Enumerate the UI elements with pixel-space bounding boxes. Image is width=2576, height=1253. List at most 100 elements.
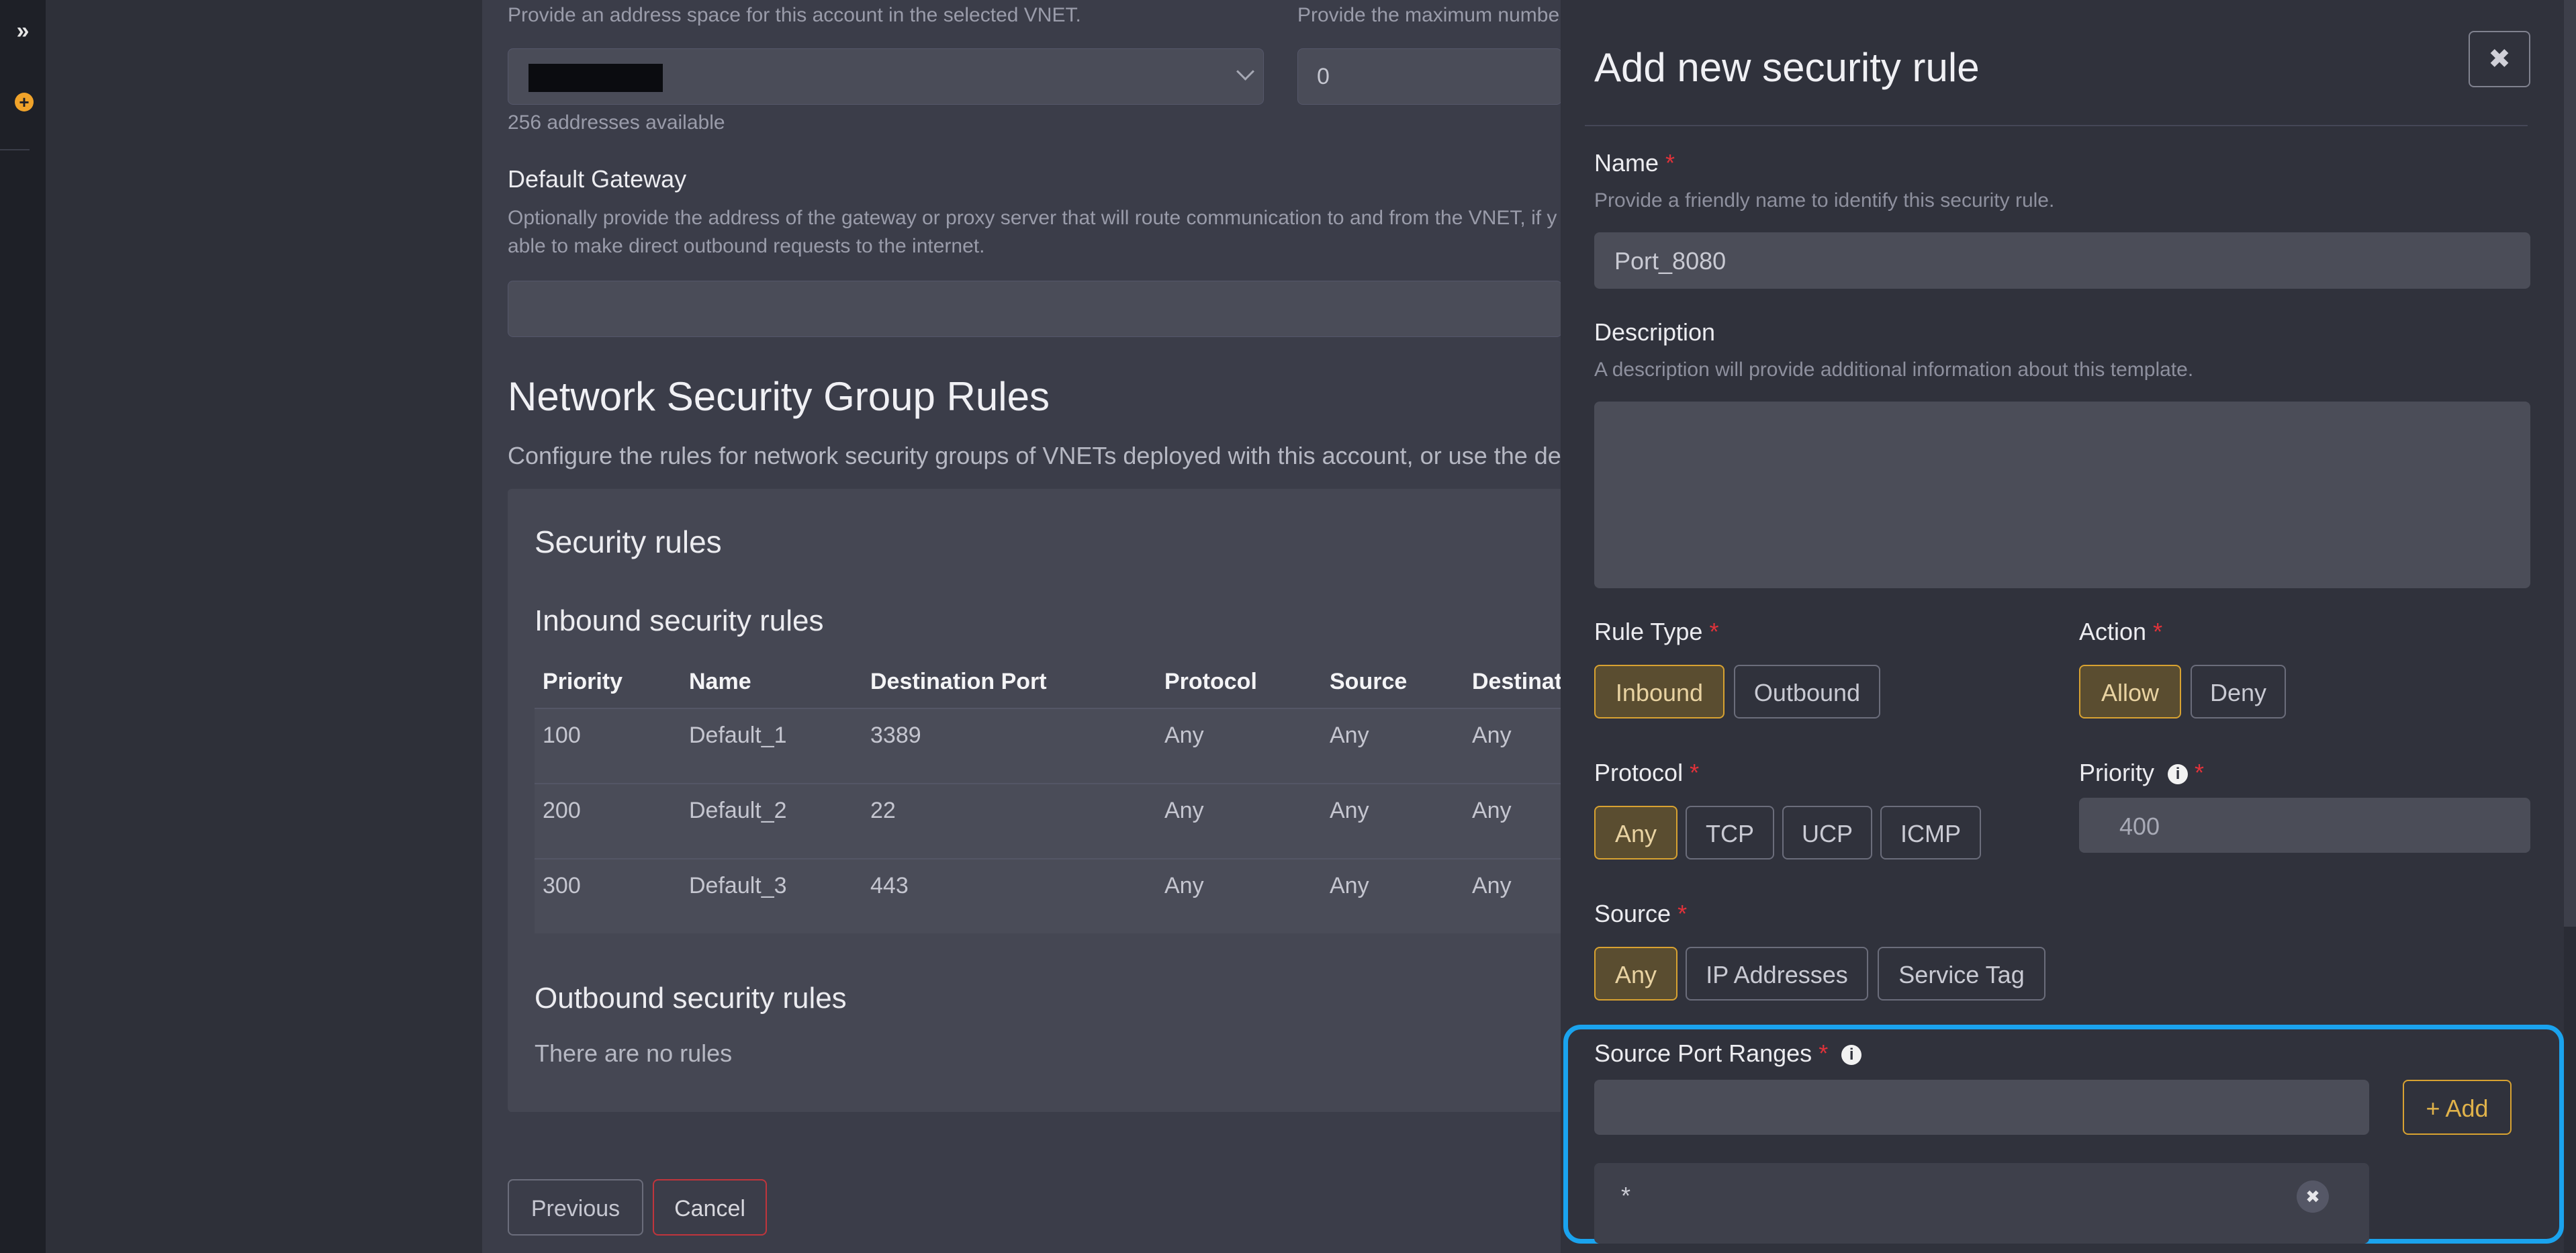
required-marker: *	[2195, 759, 2205, 786]
name-input[interactable]: Port_8080	[1594, 232, 2530, 289]
no-rules-text: There are no rules	[535, 1039, 733, 1067]
inbound-title: Inbound security rules	[535, 604, 824, 637]
cell-destination: Any	[1472, 723, 1512, 748]
protocol-label: Protocol *	[1594, 759, 1699, 787]
required-marker: *	[1709, 618, 1719, 645]
required-marker: *	[2153, 618, 2163, 645]
description-label: Description	[1594, 318, 1716, 346]
priority-label-text: Priority	[2079, 759, 2155, 786]
source-port-ranges-label: Source Port Ranges * i	[1594, 1039, 1862, 1068]
priority-input[interactable]: 400	[2079, 798, 2530, 853]
left-rail: » +	[0, 0, 46, 1253]
gateway-input[interactable]	[508, 281, 1562, 337]
gateway-help-line2: able to make direct outbound requests to…	[508, 235, 985, 257]
col-priority: Priority	[543, 669, 623, 694]
priority-label: Priority i *	[2079, 759, 2204, 787]
required-marker: *	[1819, 1039, 1829, 1067]
cell-priority: 300	[543, 873, 581, 898]
protocol-icmp[interactable]: ICMP	[1880, 806, 1981, 860]
left-panel	[46, 0, 482, 1253]
col-name: Name	[689, 669, 751, 694]
cell-source: Any	[1330, 723, 1369, 748]
rail-divider	[0, 149, 30, 150]
action-deny[interactable]: Deny	[2191, 665, 2286, 718]
description-textarea[interactable]	[1594, 402, 2530, 588]
protocol-tcp[interactable]: TCP	[1686, 806, 1774, 860]
cell-priority: 200	[543, 798, 581, 823]
source-label: Source *	[1594, 900, 1687, 928]
name-help: Provide a friendly name to identify this…	[1594, 189, 2055, 212]
col-destination-port: Destination Port	[870, 669, 1047, 694]
close-icon[interactable]: ✖	[2469, 31, 2530, 87]
required-marker: *	[1690, 759, 1700, 786]
source-port-ranges-label-text: Source Port Ranges	[1594, 1039, 1812, 1067]
cell-protocol: Any	[1164, 798, 1204, 823]
action-label: Action *	[2079, 618, 2162, 646]
add-port-range-button[interactable]: + Add	[2403, 1080, 2512, 1135]
cell-destination-port: 3389	[870, 723, 921, 748]
cell-name: Default_2	[689, 798, 787, 823]
double-chevron-right-icon[interactable]: »	[9, 16, 36, 46]
dialog-title: Add new security rule	[1594, 45, 1980, 90]
address-space-select[interactable]	[508, 48, 1264, 105]
redacted-value	[528, 64, 663, 92]
cell-source: Any	[1330, 873, 1369, 898]
required-marker: *	[1677, 900, 1688, 927]
source-any[interactable]: Any	[1594, 947, 1677, 1001]
source-port-range-input[interactable]	[1594, 1080, 2369, 1135]
name-label-text: Name	[1594, 149, 1659, 177]
col-destination: Destinat	[1472, 669, 1563, 694]
cell-protocol: Any	[1164, 723, 1204, 748]
required-marker: *	[1665, 149, 1675, 177]
rule-type-label-text: Rule Type	[1594, 618, 1703, 645]
cell-name: Default_1	[689, 723, 787, 748]
nsg-title: Network Security Group Rules	[508, 374, 1050, 419]
protocol-any[interactable]: Any	[1594, 806, 1677, 860]
rule-type-label: Rule Type *	[1594, 618, 1718, 646]
cell-destination-port: 22	[870, 798, 896, 823]
plus-circle-icon[interactable]: +	[15, 93, 34, 111]
rule-type-outbound[interactable]: Outbound	[1734, 665, 1880, 718]
gateway-help-line1: Optionally provide the address of the ga…	[508, 207, 1557, 229]
cell-destination: Any	[1472, 798, 1512, 823]
chevron-down-icon	[1236, 62, 1254, 81]
action-allow[interactable]: Allow	[2079, 665, 2181, 718]
gateway-label: Default Gateway	[508, 165, 687, 193]
security-rules-title: Security rules	[535, 524, 722, 559]
info-icon[interactable]: i	[2168, 764, 2189, 785]
name-input-value: Port_8080	[1614, 247, 1727, 275]
cell-name: Default_3	[689, 873, 787, 898]
outbound-title: Outbound security rules	[535, 982, 847, 1015]
description-help: A description will provide additional in…	[1594, 359, 2194, 381]
addresses-available: 256 addresses available	[508, 111, 725, 134]
priority-input-value: 400	[2119, 813, 2160, 840]
port-range-entry: *	[1594, 1163, 2369, 1244]
max-number-value: 0	[1317, 64, 1330, 89]
nsg-description: Configure the rules for network security…	[508, 442, 1581, 469]
protocol-label-text: Protocol	[1594, 759, 1684, 786]
cell-destination-port: 443	[870, 873, 909, 898]
source-ip-addresses[interactable]: IP Addresses	[1686, 947, 1868, 1001]
source-label-text: Source	[1594, 900, 1671, 927]
cell-priority: 100	[543, 723, 581, 748]
info-icon[interactable]: i	[1841, 1045, 1862, 1066]
cell-source: Any	[1330, 798, 1369, 823]
name-label: Name *	[1594, 149, 1675, 177]
previous-button[interactable]: Previous	[508, 1179, 643, 1236]
cell-destination: Any	[1472, 873, 1512, 898]
protocol-ucp[interactable]: UCP	[1782, 806, 1872, 860]
port-range-entry-value: *	[1621, 1182, 1631, 1209]
dialog-divider	[1585, 125, 2528, 126]
rule-type-inbound[interactable]: Inbound	[1594, 665, 1724, 718]
max-number-input[interactable]: 0	[1297, 48, 1562, 105]
cell-protocol: Any	[1164, 873, 1204, 898]
cancel-button[interactable]: Cancel	[653, 1179, 767, 1236]
col-protocol: Protocol	[1164, 669, 1257, 694]
max-help: Provide the maximum numbe	[1297, 4, 1560, 26]
address-space-help: Provide an address space for this accoun…	[508, 4, 1081, 26]
dialog-scrollbar-thumb[interactable]	[2564, 0, 2576, 927]
source-service-tag[interactable]: Service Tag	[1878, 947, 2045, 1001]
remove-entry-icon[interactable]: ✖	[2297, 1180, 2329, 1213]
col-source: Source	[1330, 669, 1408, 694]
action-label-text: Action	[2079, 618, 2147, 645]
